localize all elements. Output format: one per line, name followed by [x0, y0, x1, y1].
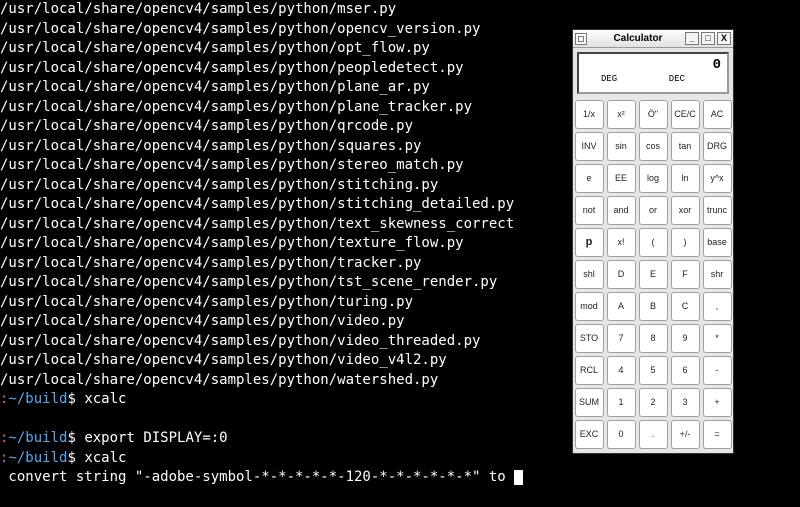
key-not[interactable]: not: [575, 196, 604, 225]
key-3[interactable]: 3: [671, 388, 700, 417]
maximize-button[interactable]: □: [701, 32, 715, 45]
key-cec[interactable]: CE/C: [671, 100, 700, 129]
key-8[interactable]: 8: [639, 324, 668, 353]
key-5[interactable]: 5: [639, 356, 668, 385]
display-mode-angle: DEG: [601, 70, 617, 90]
warning-line: convert string "-adobe-symbol-*-*-*-*-*-…: [0, 468, 800, 488]
close-button[interactable]: X: [717, 32, 731, 45]
key-x[interactable]: x²: [607, 100, 636, 129]
prompt-dollar: $: [67, 391, 75, 407]
calculator-keypad: 1/xx²Ö"CE/CACINVsincostanDRGeEEloglny^xn…: [573, 98, 733, 453]
prompt-dollar: $: [67, 430, 75, 446]
key-7[interactable]: 7: [607, 324, 636, 353]
key-p[interactable]: p: [575, 228, 604, 257]
key-0[interactable]: 0: [607, 420, 636, 449]
key-x[interactable]: x!: [607, 228, 636, 257]
command-text: export DISPLAY=:0: [76, 430, 228, 446]
key-tan[interactable]: tan: [671, 132, 700, 161]
key-exc[interactable]: EXC: [575, 420, 604, 449]
key-xor[interactable]: xor: [671, 196, 700, 225]
key-shl[interactable]: shl: [575, 260, 604, 289]
key-e[interactable]: E: [639, 260, 668, 289]
key-op[interactable]: =: [703, 420, 732, 449]
key-2[interactable]: 2: [639, 388, 668, 417]
key-9[interactable]: 9: [671, 324, 700, 353]
minimize-button[interactable]: _: [685, 32, 699, 45]
key-op[interactable]: ,: [703, 292, 732, 321]
key-d[interactable]: D: [607, 260, 636, 289]
file-listing-line: /usr/local/share/opencv4/samples/python/…: [0, 0, 800, 20]
prompt-path: ~/build: [8, 391, 67, 407]
prompt-dollar: $: [67, 450, 75, 466]
key-cos[interactable]: cos: [639, 132, 668, 161]
key-drg[interactable]: DRG: [703, 132, 732, 161]
key-op[interactable]: ): [671, 228, 700, 257]
key-e[interactable]: e: [575, 164, 604, 193]
key-ee[interactable]: EE: [607, 164, 636, 193]
key-op[interactable]: +/-: [671, 420, 700, 449]
key-op[interactable]: -: [703, 356, 732, 385]
command-text: xcalc: [76, 450, 127, 466]
key-ac[interactable]: AC: [703, 100, 732, 129]
key-trunc[interactable]: trunc: [703, 196, 732, 225]
key-log[interactable]: log: [639, 164, 668, 193]
key-a[interactable]: A: [607, 292, 636, 321]
key-inv[interactable]: INV: [575, 132, 604, 161]
display-value: 0: [713, 56, 721, 76]
key-6[interactable]: 6: [671, 356, 700, 385]
key-1[interactable]: 1: [607, 388, 636, 417]
key-ln[interactable]: ln: [671, 164, 700, 193]
key-base[interactable]: base: [703, 228, 732, 257]
key-sto[interactable]: STO: [575, 324, 604, 353]
window-menu-icon[interactable]: [575, 33, 587, 45]
key-yx[interactable]: y^x: [703, 164, 732, 193]
window-title: Calculator: [591, 29, 685, 49]
key-sum[interactable]: SUM: [575, 388, 604, 417]
key-op[interactable]: (: [639, 228, 668, 257]
key-and[interactable]: and: [607, 196, 636, 225]
key-f[interactable]: F: [671, 260, 700, 289]
key-op[interactable]: Ö": [639, 100, 668, 129]
key-sin[interactable]: sin: [607, 132, 636, 161]
calculator-titlebar[interactable]: Calculator _ □ X: [573, 30, 733, 48]
cursor: [514, 470, 523, 485]
display-mode-base: DEC: [669, 70, 685, 90]
key-rcl[interactable]: RCL: [575, 356, 604, 385]
key-shr[interactable]: shr: [703, 260, 732, 289]
key-mod[interactable]: mod: [575, 292, 604, 321]
calculator-display: 0 DEG DEC: [577, 52, 729, 94]
key-or[interactable]: or: [639, 196, 668, 225]
key-b[interactable]: B: [639, 292, 668, 321]
prompt-path: ~/build: [8, 430, 67, 446]
key-c[interactable]: C: [671, 292, 700, 321]
key-4[interactable]: 4: [607, 356, 636, 385]
prompt-path: ~/build: [8, 450, 67, 466]
calculator-window: Calculator _ □ X 0 DEG DEC 1/xx²Ö"CE/CAC…: [572, 29, 734, 454]
key-op[interactable]: .: [639, 420, 668, 449]
command-text: xcalc: [76, 391, 127, 407]
key-op[interactable]: +: [703, 388, 732, 417]
key-op[interactable]: *: [703, 324, 732, 353]
key-1x[interactable]: 1/x: [575, 100, 604, 129]
